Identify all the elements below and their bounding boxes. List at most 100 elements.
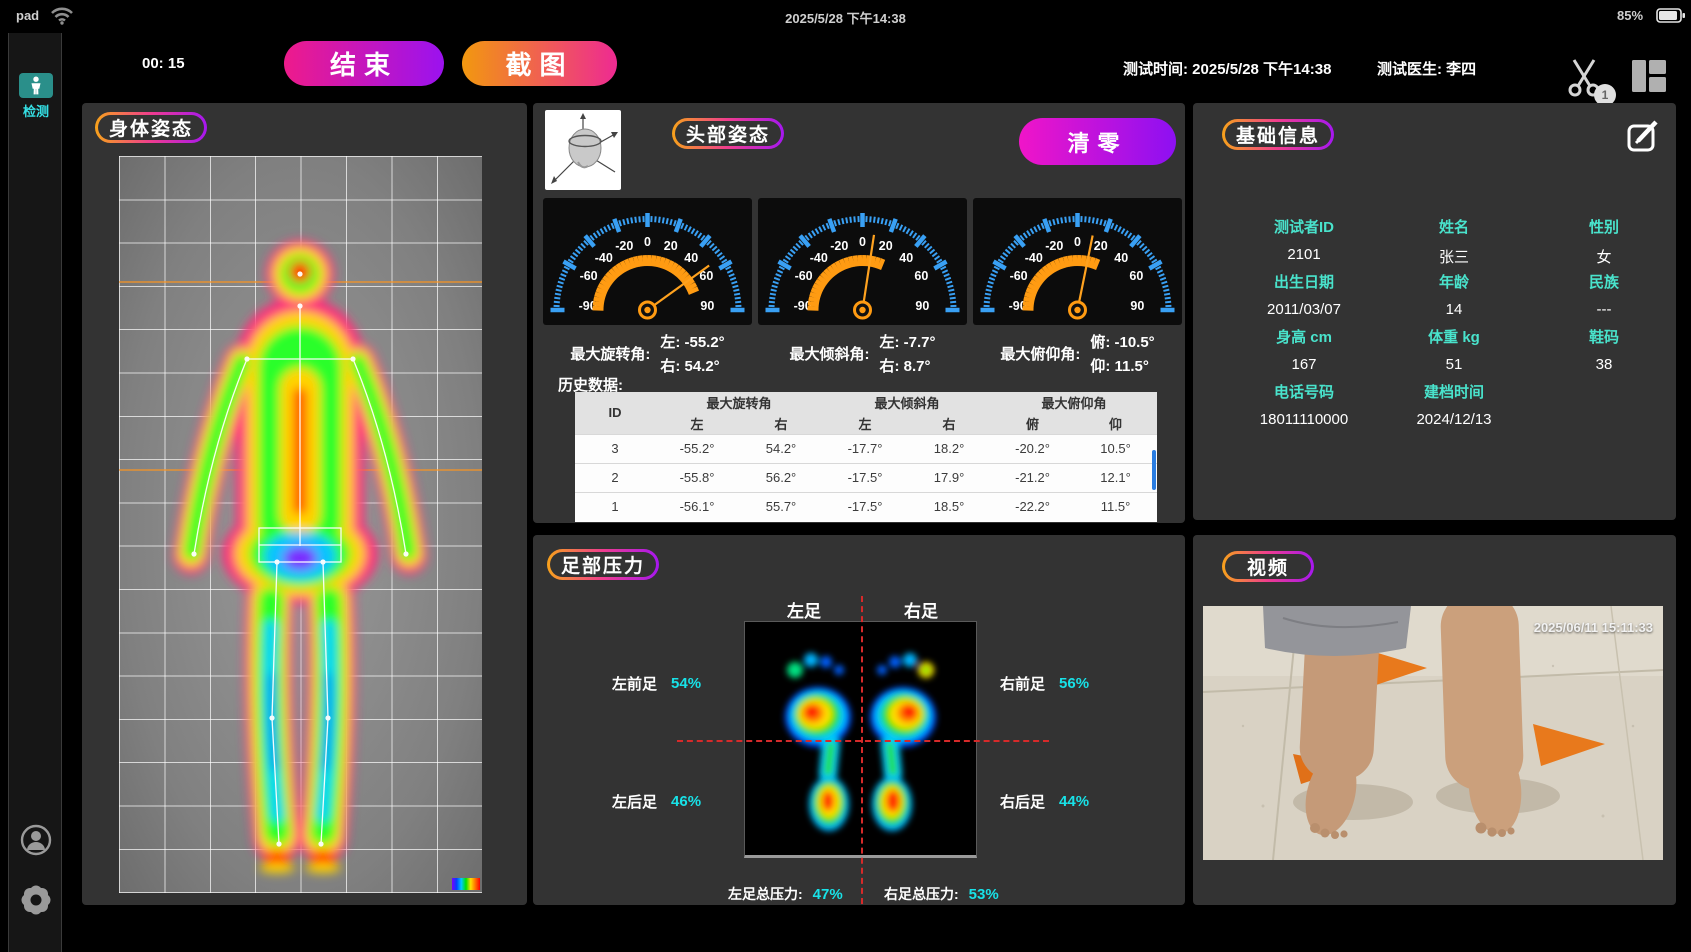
stat-down: 俯: -10.5° — [1090, 331, 1154, 352]
basic-info-title: 基础信息 — [1222, 119, 1334, 150]
svg-text:40: 40 — [899, 251, 913, 265]
statusbar-datetime: 2025/5/28 下午14:38 — [785, 8, 906, 27]
right-foot-label: 右足 — [893, 597, 949, 622]
video-timestamp: 2025/06/11 15:11:33 — [1534, 620, 1653, 635]
svg-text:90: 90 — [915, 299, 929, 313]
quad-label: 左前足 — [612, 673, 657, 694]
account-icon[interactable] — [20, 824, 52, 856]
field-name: 姓名张三 — [1379, 216, 1529, 271]
crosshair-horizontal — [677, 740, 1049, 742]
col-group-pitch: 最大俯仰角 — [991, 392, 1157, 413]
subcol: 俯 — [991, 413, 1074, 434]
svg-text:-40: -40 — [1025, 251, 1043, 265]
total-label: 左足总压力: — [728, 884, 803, 904]
field-shoe-size: 鞋码38 — [1529, 326, 1679, 381]
field-ethnicity: 民族--- — [1529, 271, 1679, 326]
quad-label: 右前足 — [1000, 673, 1045, 694]
body-thermal-figure — [119, 156, 482, 893]
tilt-stats: 最大倾斜角: 左: -7.7° 右: 8.7° — [758, 330, 967, 376]
table-row: 3-55.2°54.2°-17.7°18.2°-20.2°10.5° — [575, 434, 1157, 463]
battery-percent: 85% — [1617, 8, 1643, 23]
quad-label: 左后足 — [612, 791, 657, 812]
svg-text:20: 20 — [664, 239, 678, 253]
quad-value: 46% — [671, 793, 701, 810]
subcol: 右 — [907, 413, 991, 434]
svg-text:-20: -20 — [615, 239, 633, 253]
field-record-date: 建档时间2024/12/13 — [1379, 381, 1529, 436]
body-posture-title: 身体姿态 — [95, 112, 207, 143]
field-age: 年龄14 — [1379, 271, 1529, 326]
total-value: 47% — [813, 886, 843, 903]
sidebar-item-detect[interactable] — [19, 73, 53, 98]
sidebar: 检测 — [8, 33, 62, 952]
layout-grid-icon[interactable] — [1632, 60, 1666, 92]
pitch-stats: 最大俯仰角: 俯: -10.5° 仰: 11.5° — [973, 330, 1182, 376]
svg-text:-60: -60 — [1010, 269, 1028, 283]
quad-value: 54% — [671, 675, 701, 692]
rotation-stats: 最大旋转角: 左: -55.2° 右: 54.2° — [543, 330, 752, 376]
battery-icon — [1656, 7, 1686, 24]
total-label: 右足总压力: — [884, 884, 959, 904]
svg-text:60: 60 — [914, 269, 928, 283]
subcol: 右 — [739, 413, 823, 434]
left-foot-total: 左足总压力: 47% — [728, 884, 843, 904]
field-weight: 体重 kg51 — [1379, 326, 1529, 381]
svg-text:60: 60 — [1129, 269, 1143, 283]
field-height: 身高 cm167 — [1229, 326, 1379, 381]
col-group-rotation: 最大旋转角 — [655, 392, 823, 413]
person-icon — [28, 76, 44, 95]
subcol: 左 — [823, 413, 907, 434]
col-id: ID — [575, 392, 655, 434]
field-tester-id: 测试者ID2101 — [1229, 216, 1379, 271]
svg-text:90: 90 — [1130, 299, 1144, 313]
table-scrollbar[interactable] — [1152, 450, 1156, 490]
video-frame: 2025/06/11 15:11:33 — [1203, 606, 1663, 860]
sidebar-item-detect-label: 检测 — [9, 101, 63, 120]
end-button[interactable]: 结束 — [284, 41, 444, 86]
svg-text:40: 40 — [1114, 251, 1128, 265]
quad-value: 56% — [1059, 675, 1089, 692]
total-value: 53% — [969, 886, 999, 903]
stat-left: 左: -55.2° — [660, 331, 724, 352]
stat-label: 最大旋转角: — [570, 343, 650, 364]
gear-icon[interactable] — [18, 882, 54, 918]
svg-text:20: 20 — [1094, 239, 1108, 253]
svg-text:-40: -40 — [810, 251, 828, 265]
left-rearfoot-stat: 左后足 46% — [612, 791, 701, 812]
session-timer: 00: 15 — [142, 55, 185, 72]
field-gender: 性别女 — [1529, 216, 1679, 271]
table-row: 2-55.8°56.2°-17.5°17.9°-21.2°12.1° — [575, 463, 1157, 492]
left-forefoot-stat: 左前足 54% — [612, 673, 701, 694]
field-phone: 电话号码18011110000 — [1229, 381, 1379, 436]
svg-text:0: 0 — [859, 235, 866, 249]
svg-text:90: 90 — [700, 299, 714, 313]
foot-pressure-title: 足部压力 — [547, 549, 659, 580]
basic-info-fields: 测试者ID2101 姓名张三 性别女 出生日期2011/03/07 年龄14 民… — [1229, 216, 1679, 436]
edit-icon[interactable] — [1627, 118, 1659, 152]
svg-text:-20: -20 — [830, 239, 848, 253]
crosshair-vertical — [861, 596, 863, 904]
app-root: pad 2025/5/28 下午14:38 85% 检测 — [0, 0, 1691, 952]
right-rearfoot-stat: 右后足 44% — [1000, 791, 1089, 812]
pitch-gauge: -90-60-40-20020406090 — [973, 198, 1182, 325]
screenshot-button[interactable]: 截图 — [462, 41, 617, 86]
svg-text:-40: -40 — [595, 251, 613, 265]
body-scan-image — [119, 156, 482, 893]
quad-label: 右后足 — [1000, 791, 1045, 812]
rotation-gauge: -90-60-40-20020406090 — [543, 198, 752, 325]
svg-text:-60: -60 — [580, 269, 598, 283]
clear-button[interactable]: 清零 — [1019, 118, 1176, 165]
wifi-icon — [50, 6, 74, 25]
svg-text:20: 20 — [879, 239, 893, 253]
stat-up: 仰: 11.5° — [1090, 355, 1154, 376]
stat-right: 右: 54.2° — [660, 355, 724, 376]
subcol: 左 — [655, 413, 739, 434]
stat-left: 左: -7.7° — [879, 331, 935, 352]
history-table: ID 最大旋转角 最大倾斜角 最大俯仰角 左 右 左 右 俯 仰 3-55.2°… — [575, 392, 1157, 522]
svg-text:0: 0 — [644, 235, 651, 249]
field-birthdate: 出生日期2011/03/07 — [1229, 271, 1379, 326]
test-doctor-label: 测试医生: 李四 — [1377, 58, 1476, 79]
device-name: pad — [16, 8, 39, 23]
svg-text:40: 40 — [684, 251, 698, 265]
color-scale-legend — [452, 878, 480, 890]
